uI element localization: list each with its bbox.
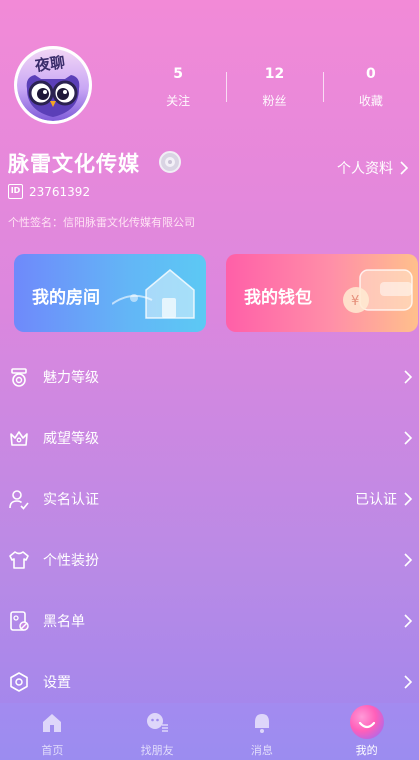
menu-item-charm-level[interactable]: 魅力等级 — [0, 346, 419, 407]
chevron-right-icon — [404, 674, 413, 689]
settings-icon — [10, 671, 28, 692]
profile-icon — [349, 705, 384, 739]
bell-icon — [254, 714, 269, 733]
level-badge-icon — [159, 151, 181, 173]
stat-label: 粉丝 — [262, 94, 287, 108]
menu-right — [397, 613, 415, 628]
menu-right — [397, 674, 415, 689]
stat-label: 收藏 — [358, 94, 383, 108]
username: 脉雷文化传媒 — [8, 152, 140, 176]
stat-value: 12 — [264, 66, 285, 82]
menu-label: 黑名单 — [43, 613, 85, 630]
tab-label: 首页 — [41, 744, 64, 757]
chevron-right-icon — [404, 369, 413, 384]
chevron-right-icon — [404, 491, 413, 506]
menu-right — [397, 430, 415, 445]
menu-label: 设置 — [43, 674, 71, 691]
find-friends-icon — [147, 713, 169, 732]
tab-messages[interactable]: 消息 — [210, 703, 315, 760]
house-icon — [112, 269, 195, 319]
stat-following[interactable]: 5 关注 — [130, 66, 226, 110]
tab-label: 消息 — [250, 744, 273, 757]
chevron-right-icon — [404, 430, 413, 445]
menu-item-prestige-level[interactable]: 威望等级 — [0, 407, 419, 468]
stats-bar: 5 关注 12 粉丝 0 收藏 — [130, 66, 419, 110]
shirt-icon — [9, 550, 29, 569]
user-check-icon — [9, 489, 29, 510]
menu-right: 已认证 — [355, 489, 415, 509]
my-room-card[interactable]: 我的房间 — [14, 254, 206, 332]
menu-item-blacklist[interactable]: 黑名单 — [0, 590, 419, 651]
chevron-right-icon — [400, 161, 409, 175]
avatar-logo-text: 夜聊 — [33, 52, 67, 75]
card-title: 我的钱包 — [244, 288, 312, 308]
wallet-icon: ¥ — [343, 269, 413, 313]
card-title: 我的房间 — [32, 288, 100, 308]
stat-followers[interactable]: 12 粉丝 — [226, 66, 322, 110]
menu-item-personal-dressup[interactable]: 个性装扮 — [0, 529, 419, 590]
settings-menu: 魅力等级 威望等级 实名认证 已认证 个性装扮 黑名单 设置 — [0, 346, 419, 712]
block-list-icon — [10, 610, 29, 631]
tab-label: 找朋友 — [140, 744, 174, 757]
tab-label: 我的 — [355, 744, 378, 757]
signature: 个性签名：信阳脉雷文化传媒有限公司 — [8, 216, 195, 229]
stat-value: 0 — [365, 66, 376, 82]
menu-item-real-name-verification[interactable]: 实名认证 已认证 — [0, 468, 419, 529]
menu-label: 威望等级 — [43, 430, 99, 447]
tab-find-friends[interactable]: 找朋友 — [105, 703, 210, 760]
chevron-right-icon — [404, 552, 413, 567]
profile-details-label: 个人资料 — [337, 161, 393, 177]
menu-right — [397, 369, 415, 384]
id-icon: ID — [8, 184, 23, 199]
menu-label: 魅力等级 — [43, 369, 99, 386]
stat-label: 关注 — [166, 94, 191, 108]
home-icon — [43, 714, 62, 732]
my-wallet-card[interactable]: 我的钱包 ¥ — [226, 254, 418, 332]
user-id-row: ID 23761392 — [8, 184, 90, 199]
menu-right — [397, 552, 415, 567]
medal-icon — [11, 367, 27, 387]
menu-label: 个性装扮 — [43, 552, 99, 569]
stat-favorites[interactable]: 0 收藏 — [322, 66, 419, 110]
user-id: 23761392 — [29, 184, 91, 199]
tab-home[interactable]: 首页 — [0, 703, 105, 760]
profile-details-link[interactable]: 个人资料 — [337, 158, 411, 178]
chevron-right-icon — [404, 613, 413, 628]
menu-label: 实名认证 — [43, 491, 99, 508]
bottom-tab-bar: 首页 找朋友 消息 我的 — [0, 703, 419, 760]
avatar[interactable]: 夜聊 — [14, 46, 92, 124]
tab-mine[interactable]: 我的 — [314, 703, 419, 760]
stat-value: 5 — [173, 66, 184, 82]
svg-text:¥: ¥ — [351, 294, 359, 309]
crown-icon — [10, 430, 28, 446]
verification-status: 已认证 — [355, 491, 397, 508]
